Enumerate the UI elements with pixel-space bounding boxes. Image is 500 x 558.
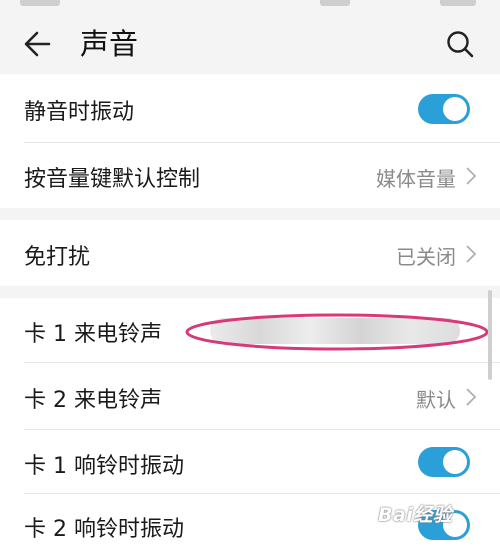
- setting-value: 默认: [416, 388, 456, 412]
- setting-dnd[interactable]: 免打扰 已关闭: [0, 220, 500, 286]
- app-header: 声音: [0, 10, 500, 74]
- page-title: 声音: [80, 27, 139, 61]
- back-button[interactable]: [18, 24, 58, 64]
- setting-volume-key[interactable]: 按音量键默认控制 媒体音量: [0, 143, 500, 208]
- chevron-right-icon: [466, 245, 477, 263]
- status-bar-item: [440, 0, 476, 6]
- setting-label: 卡 1 响铃时振动: [24, 454, 184, 479]
- sim1-vibrate-toggle[interactable]: [418, 447, 470, 477]
- setting-value: 已关闭: [396, 245, 456, 269]
- setting-label: 静音时振动: [24, 100, 135, 125]
- setting-sim1-vibrate[interactable]: 卡 1 响铃时振动: [0, 430, 500, 493]
- settings-group-dnd: 免打扰 已关闭: [0, 220, 500, 286]
- status-bar-item: [320, 0, 350, 6]
- status-bar-item: [20, 0, 60, 6]
- toggle-knob: [443, 97, 467, 121]
- setting-label: 卡 1 来电铃声: [24, 322, 162, 347]
- setting-sim2-ringtone[interactable]: 卡 2 来电铃声 默认: [0, 363, 500, 429]
- silent-vibrate-toggle[interactable]: [418, 94, 470, 124]
- chevron-right-icon: [466, 167, 477, 185]
- setting-label: 按音量键默认控制: [24, 167, 201, 192]
- search-button[interactable]: [440, 24, 480, 64]
- setting-sim1-ringtone[interactable]: 卡 1 来电铃声: [0, 298, 500, 362]
- setting-label: 卡 2 响铃时振动: [24, 517, 184, 542]
- settings-group-general: 静音时振动 按音量键默认控制 媒体音量: [0, 74, 500, 208]
- setting-label: 卡 2 来电铃声: [24, 388, 162, 413]
- toggle-knob: [443, 450, 467, 474]
- scrollbar[interactable]: [488, 290, 492, 380]
- arrow-left-icon: [24, 31, 51, 57]
- setting-label: 免打扰: [24, 245, 91, 270]
- annotation-ellipse: [185, 313, 489, 351]
- watermark: Bai经验: [378, 504, 453, 526]
- setting-silent-vibrate[interactable]: 静音时振动: [0, 74, 500, 142]
- setting-value: 媒体音量: [376, 167, 456, 191]
- status-bar: [0, 0, 500, 10]
- chevron-right-icon: [466, 388, 477, 406]
- search-icon: [447, 31, 474, 58]
